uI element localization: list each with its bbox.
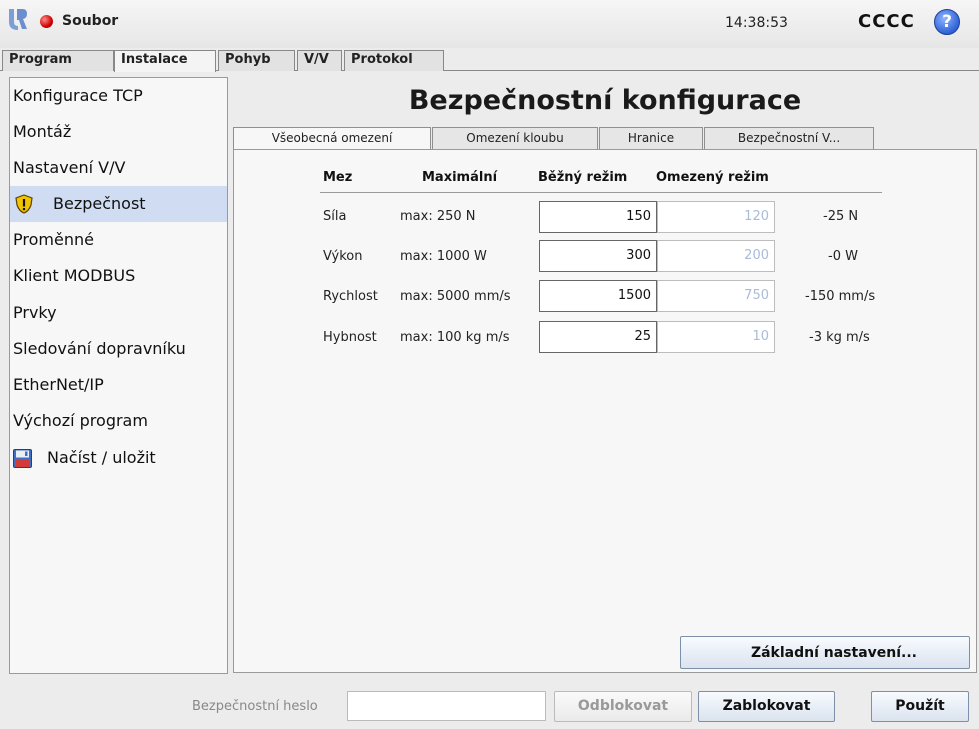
sidebar-item-default-program[interactable]: Výchozí program — [10, 403, 227, 439]
row-momentum-max: max: 100 kg m/s — [400, 330, 510, 345]
sidebar-item-conveyor-tracking[interactable]: Sledování dopravníku — [10, 331, 227, 367]
header-normal-mode: Běžný režim — [538, 170, 628, 185]
speed-reduced-input[interactable]: 750 — [657, 280, 775, 312]
tab-boundaries[interactable]: Hranice — [599, 127, 703, 149]
row-speed-label: Rychlost — [323, 289, 378, 304]
general-limits-panel: Mez Maximální Běžný režim Omezený režim … — [233, 149, 977, 673]
tab-program[interactable]: Program — [2, 50, 114, 71]
safety-configuration-content: Bezpečnostní konfigurace Všeobecná omeze… — [231, 77, 979, 674]
page-title: Bezpečnostní konfigurace — [408, 85, 802, 116]
row-speed-max: max: 5000 mm/s — [400, 289, 511, 304]
momentum-delta: -3 kg m/s — [809, 330, 870, 345]
sidebar-item-load-save[interactable]: Načíst / uložit — [10, 440, 227, 476]
floppy-disk-icon — [13, 449, 32, 468]
sidebar-item-ethernet-ip[interactable]: EtherNet/IP — [10, 367, 227, 403]
tab-installation[interactable]: Instalace — [114, 50, 216, 72]
file-menu[interactable]: Soubor — [62, 13, 118, 29]
force-normal-input[interactable]: 150 — [539, 201, 657, 233]
lock-button[interactable]: Zablokovat — [698, 691, 835, 722]
apply-button[interactable]: Použít — [871, 691, 969, 722]
tab-move[interactable]: Pohyb — [218, 50, 295, 71]
sidebar-item-label: Klient MODBUS — [13, 266, 136, 285]
warning-shield-icon — [15, 194, 33, 214]
bottom-bar: Bezpečnostní heslo Odblokovat Zablokovat… — [0, 680, 979, 729]
sidebar-item-label: Konfigurace TCP — [13, 86, 143, 105]
tab-io[interactable]: V/V — [297, 50, 342, 71]
clock: 14:38:53 — [725, 15, 788, 31]
momentum-reduced-input[interactable]: 10 — [657, 321, 775, 353]
sidebar-item-label: Proměnné — [13, 230, 94, 249]
sidebar-item-variables[interactable]: Proměnné — [10, 222, 227, 258]
sidebar-item-label: Prvky — [13, 303, 57, 322]
sidebar-item-label: Bezpečnost — [53, 194, 146, 213]
sidebar-item-label: Sledování dopravníku — [13, 339, 186, 358]
force-reduced-input[interactable]: 120 — [657, 201, 775, 233]
safety-password-input[interactable] — [347, 691, 546, 721]
tab-joint-limits[interactable]: Omezení kloubu — [432, 127, 598, 149]
status-dot-icon[interactable] — [40, 15, 53, 28]
tab-log[interactable]: Protokol — [344, 50, 444, 71]
unlock-button[interactable]: Odblokovat — [554, 691, 692, 722]
header-reduced-mode: Omezený režim — [656, 170, 769, 185]
row-force-label: Síla — [323, 209, 347, 224]
power-delta: -0 W — [828, 249, 858, 264]
power-normal-input[interactable]: 300 — [539, 240, 657, 272]
tab-general-limits[interactable]: Všeobecná omezení — [233, 127, 431, 149]
installation-sidebar: Konfigurace TCP Montáž Nastavení V/V Bez… — [9, 77, 228, 674]
safety-sub-tabs: Všeobecná omezení Omezení kloubu Hranice… — [231, 126, 979, 150]
safety-password-label: Bezpečnostní heslo — [192, 699, 318, 714]
top-bar: Soubor 14:38:53 CCCC ? — [0, 0, 979, 48]
speed-normal-input[interactable]: 1500 — [539, 280, 657, 312]
sidebar-item-tcp-configuration[interactable]: Konfigurace TCP — [10, 78, 227, 114]
power-reduced-input[interactable]: 200 — [657, 240, 775, 272]
main-tab-bar: Program Instalace Pohyb V/V Protokol — [0, 48, 979, 72]
row-force-max: max: 250 N — [400, 209, 476, 224]
header-maximum: Maximální — [422, 170, 498, 185]
sidebar-item-safety[interactable]: Bezpečnost — [10, 186, 227, 222]
sidebar-item-features[interactable]: Prvky — [10, 295, 227, 331]
sidebar-item-label: EtherNet/IP — [13, 375, 104, 394]
factory-defaults-button[interactable]: Základní nastavení... — [680, 636, 970, 669]
help-icon[interactable]: ? — [934, 9, 960, 35]
sidebar-item-label: Montáž — [13, 122, 72, 141]
robot-name: CCCC — [858, 11, 915, 32]
sidebar-item-mounting[interactable]: Montáž — [10, 114, 227, 150]
momentum-normal-input[interactable]: 25 — [539, 321, 657, 353]
sidebar-item-label: Načíst / uložit — [47, 448, 156, 467]
ur-logo-icon — [9, 9, 27, 30]
sidebar-item-io-setup[interactable]: Nastavení V/V — [10, 150, 227, 186]
header-limit: Mez — [323, 170, 353, 185]
tab-safety-io[interactable]: Bezpečnostní V... — [704, 127, 874, 149]
header-divider — [320, 192, 882, 193]
sidebar-item-modbus-client[interactable]: Klient MODBUS — [10, 258, 227, 294]
speed-delta: -150 mm/s — [805, 289, 876, 304]
row-power-label: Výkon — [323, 249, 363, 264]
force-delta: -25 N — [823, 209, 859, 224]
sidebar-item-label: Výchozí program — [13, 411, 148, 430]
sidebar-item-label: Nastavení V/V — [13, 158, 126, 177]
row-momentum-label: Hybnost — [323, 330, 377, 345]
row-power-max: max: 1000 W — [400, 249, 487, 264]
